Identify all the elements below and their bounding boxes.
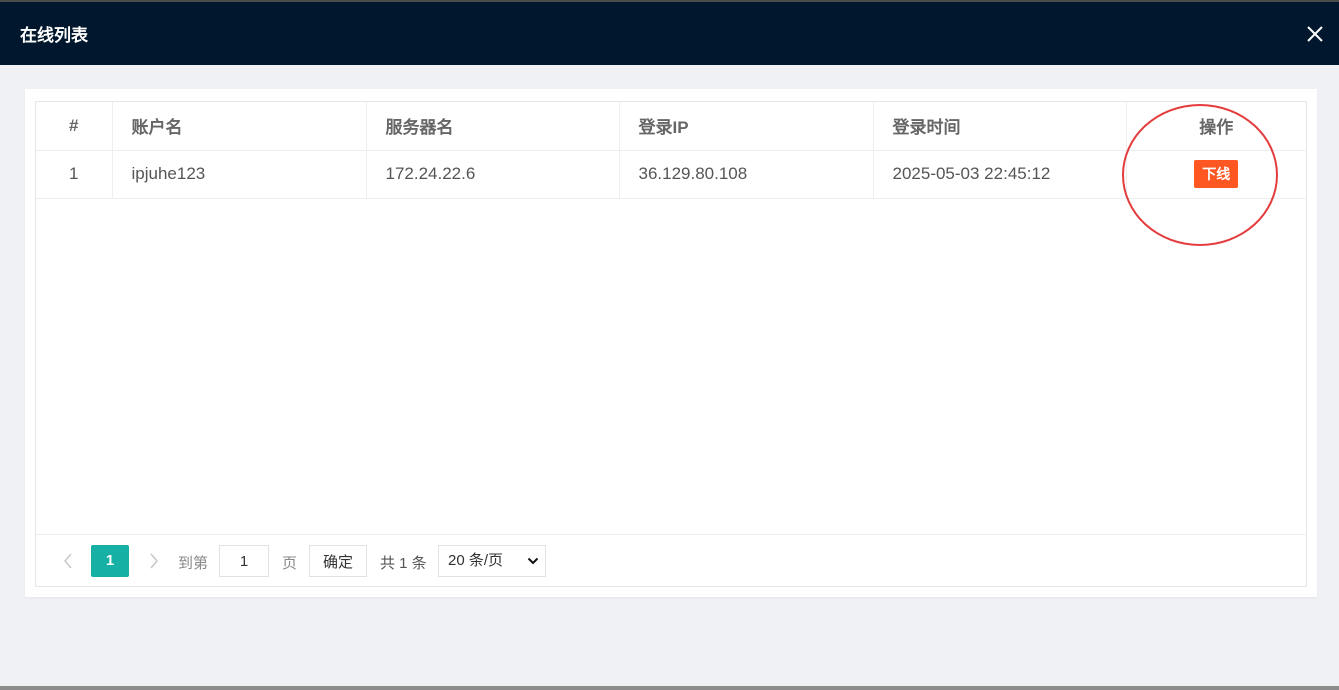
header-server: 服务器名 <box>366 102 620 151</box>
page-size-select[interactable]: 20 条/页 <box>438 545 546 577</box>
close-icon[interactable] <box>1303 22 1327 46</box>
content-panel: # 账户名 服务器名 登录IP 登录时间 操作 1 ipjuhe123 172.… <box>25 89 1317 597</box>
cell-account: ipjuhe123 <box>112 150 367 199</box>
dialog-titlebar: 在线列表 <box>0 0 1339 65</box>
data-table: # 账户名 服务器名 登录IP 登录时间 操作 1 ipjuhe123 172.… <box>36 102 1306 199</box>
header-ip: 登录IP <box>619 102 874 151</box>
cell-index: 1 <box>36 150 113 199</box>
offline-button[interactable]: 下线 <box>1194 160 1239 188</box>
total-count: 共 1 条 <box>380 555 427 572</box>
bottom-border <box>0 686 1339 690</box>
page-size-value: 20 条/页 <box>448 552 504 569</box>
page-unit-label: 页 <box>282 555 298 572</box>
pagination: 1 到第 页 确定 共 1 条 20 条/页 <box>36 534 1306 587</box>
goto-label: 到第 <box>178 555 209 572</box>
cell-action: 下线 <box>1126 150 1306 199</box>
header-login-time: 登录时间 <box>873 102 1127 151</box>
goto-page-input[interactable] <box>219 545 269 577</box>
cell-server: 172.24.22.6 <box>366 150 620 199</box>
table-header-row: # 账户名 服务器名 登录IP 登录时间 操作 <box>36 102 1306 151</box>
table-row: 1 ipjuhe123 172.24.22.6 36.129.80.108 20… <box>36 150 1306 199</box>
goto-confirm-button[interactable]: 确定 <box>309 545 367 577</box>
cell-login-time: 2025-05-03 22:45:12 <box>873 150 1127 199</box>
next-page-icon[interactable] <box>148 552 160 570</box>
header-account: 账户名 <box>112 102 367 151</box>
online-table: # 账户名 服务器名 登录IP 登录时间 操作 1 ipjuhe123 172.… <box>35 101 1307 587</box>
cell-ip: 36.129.80.108 <box>619 150 874 199</box>
dialog-title: 在线列表 <box>20 26 88 45</box>
prev-page-icon[interactable] <box>62 552 74 570</box>
chevron-down-icon <box>527 557 539 565</box>
header-action: 操作 <box>1126 102 1306 151</box>
header-index: # <box>36 102 113 151</box>
page-current[interactable]: 1 <box>91 545 129 577</box>
